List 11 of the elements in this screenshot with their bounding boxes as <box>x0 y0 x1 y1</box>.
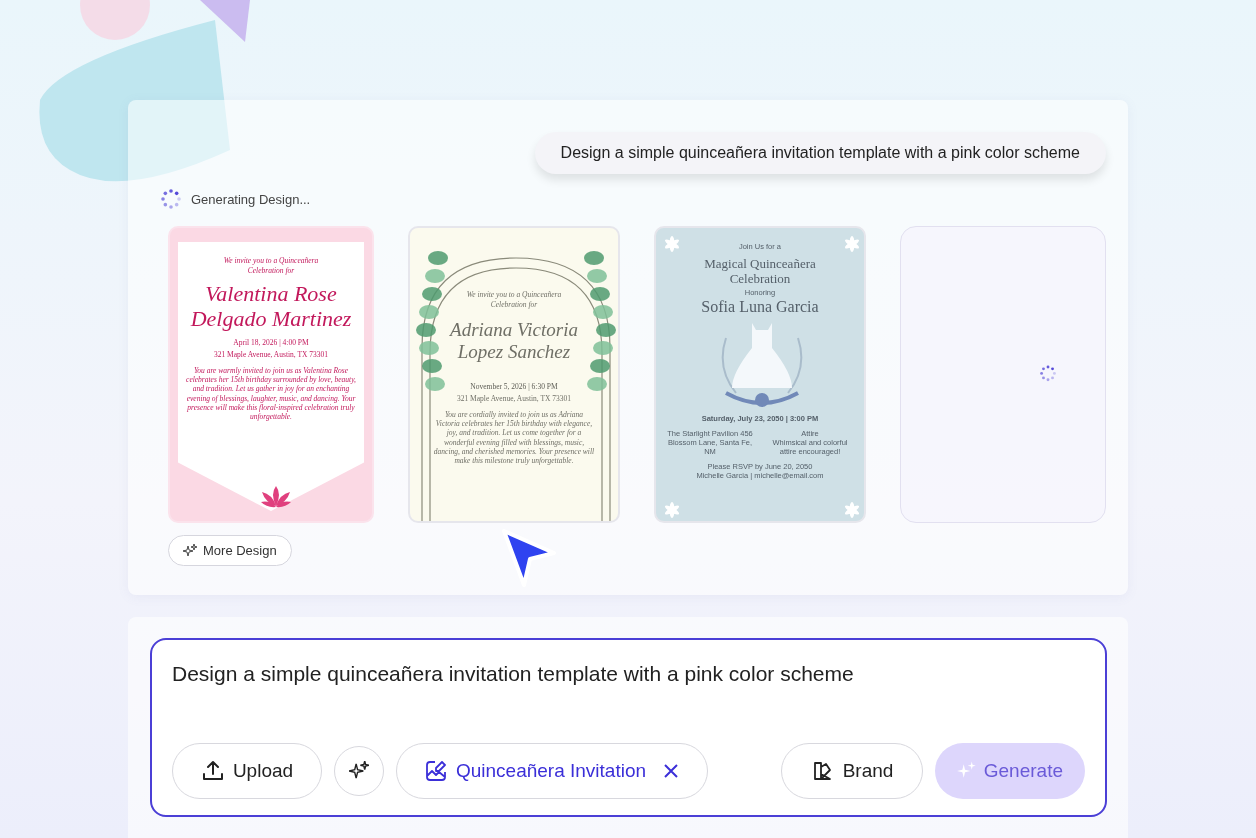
event-title: Magical Quinceañera Celebration <box>703 256 817 286</box>
prompt-message: Design a simple quinceañera invitation template with a pink color scheme <box>534 132 1106 174</box>
guest-name: Sofia Luna Garcia <box>701 298 819 316</box>
upload-button[interactable]: Upload <box>172 743 322 799</box>
guest-name: Valentina Rose Delgado Martinez <box>189 280 353 331</box>
more-design-button[interactable]: More Design <box>168 535 292 566</box>
guest-name: Adriana Victoria Lopez Sanchez <box>448 318 579 363</box>
status-text: Generating Design... <box>191 191 311 207</box>
template-chip[interactable]: Quinceañera Invitation <box>396 743 708 799</box>
prompt-text: Design a simple quinceañera invitation template with a pink color scheme <box>172 662 855 686</box>
brand-button[interactable]: Brand <box>781 743 923 799</box>
